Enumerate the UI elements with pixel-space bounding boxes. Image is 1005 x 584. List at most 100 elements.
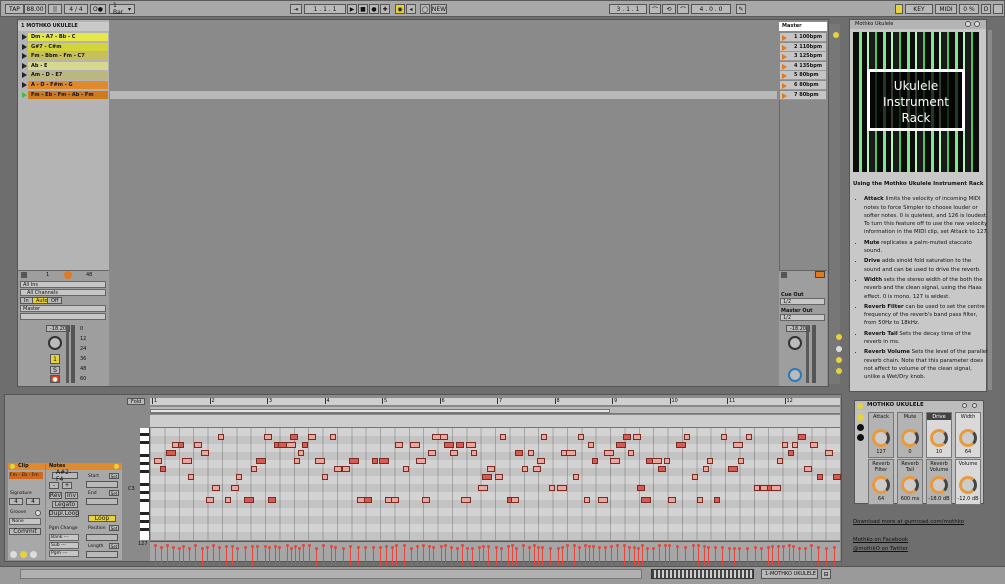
clip-slot[interactable]: Fm - Eb - Fm - Ab - Fm [28, 90, 108, 99]
tap-button[interactable]: TAP [5, 4, 24, 14]
midi-note[interactable] [166, 450, 176, 456]
track-title[interactable]: 1 MOTHKO UKULELE [18, 22, 109, 31]
loop-toggle-button[interactable]: Loop [88, 515, 116, 522]
midi-note[interactable] [212, 485, 220, 491]
key-map-indicator[interactable] [895, 4, 903, 14]
invert-button[interactable]: Inv [65, 492, 78, 499]
midi-note[interactable] [604, 450, 614, 456]
scene-play-icon[interactable] [782, 63, 787, 70]
midi-note[interactable] [623, 434, 631, 440]
midi-note[interactable] [251, 466, 257, 472]
back-to-arrangement-button[interactable]: ◂ [406, 4, 416, 14]
macro-knob[interactable] [901, 429, 919, 447]
clip-launch-icon[interactable] [22, 91, 27, 98]
key-map-button[interactable]: KEY [905, 4, 933, 14]
midi-note[interactable] [641, 497, 651, 503]
midi-note[interactable] [482, 474, 492, 480]
bank-field[interactable]: Bank --- [49, 534, 79, 541]
rack-device-icon[interactable] [857, 434, 864, 441]
clip-launch-icon[interactable] [10, 551, 17, 558]
sends-toggle-icon[interactable] [836, 346, 842, 352]
output-sub-select[interactable] [20, 313, 106, 320]
midi-note[interactable] [372, 458, 378, 464]
midi-note[interactable] [610, 458, 620, 464]
output-select[interactable]: Master [20, 305, 106, 312]
scene-launch[interactable]: 6 80bpm [780, 81, 826, 90]
scene-launch[interactable]: 2 110bpm [780, 42, 826, 52]
midi-note[interactable] [342, 466, 350, 472]
midi-note[interactable] [206, 497, 214, 503]
midi-note[interactable] [487, 466, 495, 472]
midi-note[interactable] [833, 474, 841, 480]
midi-note[interactable] [308, 434, 316, 440]
master-out-select[interactable]: 1/2 [780, 314, 825, 321]
input-channel-select[interactable]: All Channels [20, 289, 106, 296]
midi-note[interactable] [777, 458, 783, 464]
pgm-field[interactable]: Pgm --- [49, 550, 79, 557]
info-scrollbar[interactable] [988, 30, 992, 390]
record-arm-button[interactable]: ● [50, 375, 60, 383]
position-field[interactable] [86, 534, 118, 541]
sig-numerator[interactable]: 4 [9, 498, 23, 505]
midi-note[interactable] [721, 434, 727, 440]
drop-area[interactable] [110, 31, 777, 271]
detail-view-toggle-icon[interactable]: ⊟ [821, 569, 831, 579]
midi-note[interactable] [578, 434, 584, 440]
midi-note[interactable] [566, 450, 576, 456]
midi-note[interactable] [616, 442, 626, 448]
midi-note[interactable] [668, 497, 676, 503]
midi-note[interactable] [788, 450, 794, 456]
midi-note[interactable] [290, 434, 298, 440]
midi-note[interactable] [256, 458, 266, 464]
midi-note[interactable] [746, 434, 752, 440]
midi-note[interactable] [658, 466, 666, 472]
midi-note[interactable] [178, 442, 184, 448]
midi-note[interactable] [533, 466, 541, 472]
end-field[interactable] [86, 498, 118, 505]
sig-denominator[interactable]: 4 [26, 498, 40, 505]
reverse-button[interactable]: Rev [49, 492, 62, 499]
midi-note[interactable] [395, 442, 403, 448]
length-set-button[interactable]: Set [109, 543, 119, 549]
twitter-link[interactable]: @mothkO on Twitter [853, 545, 989, 553]
macro-knob[interactable] [930, 429, 948, 447]
volume-fader[interactable] [71, 325, 75, 383]
follow-button[interactable]: ⇥ [290, 4, 302, 14]
midi-note[interactable] [588, 442, 594, 448]
hide-browser-icon[interactable] [833, 32, 839, 38]
midi-note[interactable] [264, 434, 272, 440]
time-signature-field[interactable]: 4 / 4 [64, 4, 88, 14]
macro-width[interactable]: Width 64 [955, 412, 981, 458]
midi-note[interactable] [160, 466, 166, 472]
punch-out-button[interactable]: ⌒ [677, 4, 689, 14]
scene-play-icon[interactable] [782, 54, 787, 61]
clip-name-field[interactable]: Fm - Eb - Fm [9, 472, 43, 479]
rack-chain-icon[interactable] [857, 424, 864, 431]
midi-note[interactable] [182, 458, 192, 464]
master-pan-knob[interactable] [788, 336, 802, 350]
clip-slot[interactable]: Dm - A7 - Bb - C [28, 33, 108, 41]
clip-launch-icon[interactable] [22, 43, 27, 50]
transpose-up-button[interactable]: + [62, 482, 72, 489]
midi-note[interactable] [825, 450, 833, 456]
midi-note[interactable] [676, 442, 686, 448]
info-close-icon[interactable] [974, 21, 980, 27]
midi-note[interactable] [154, 458, 162, 464]
end-set-button[interactable]: Set [109, 490, 119, 496]
overview-thumbnail[interactable] [651, 569, 754, 579]
midi-note[interactable] [537, 458, 545, 464]
input-type-select[interactable]: All Ins [20, 281, 106, 288]
length-field[interactable] [86, 551, 118, 558]
transpose-down-button[interactable]: - [49, 482, 59, 489]
loop-start-field[interactable]: 3 . 1 . 1 [609, 4, 647, 14]
midi-note[interactable] [728, 466, 738, 472]
macro-knob[interactable] [872, 476, 890, 494]
piano-keys[interactable] [140, 428, 150, 540]
groove-select[interactable]: None [9, 518, 41, 525]
solo-button[interactable]: S [50, 366, 60, 374]
midi-note[interactable] [201, 450, 209, 456]
midi-note[interactable] [592, 458, 598, 464]
clip-launch-icon[interactable] [22, 62, 27, 69]
velocity-editor[interactable] [150, 541, 840, 561]
midi-note[interactable] [684, 434, 690, 440]
